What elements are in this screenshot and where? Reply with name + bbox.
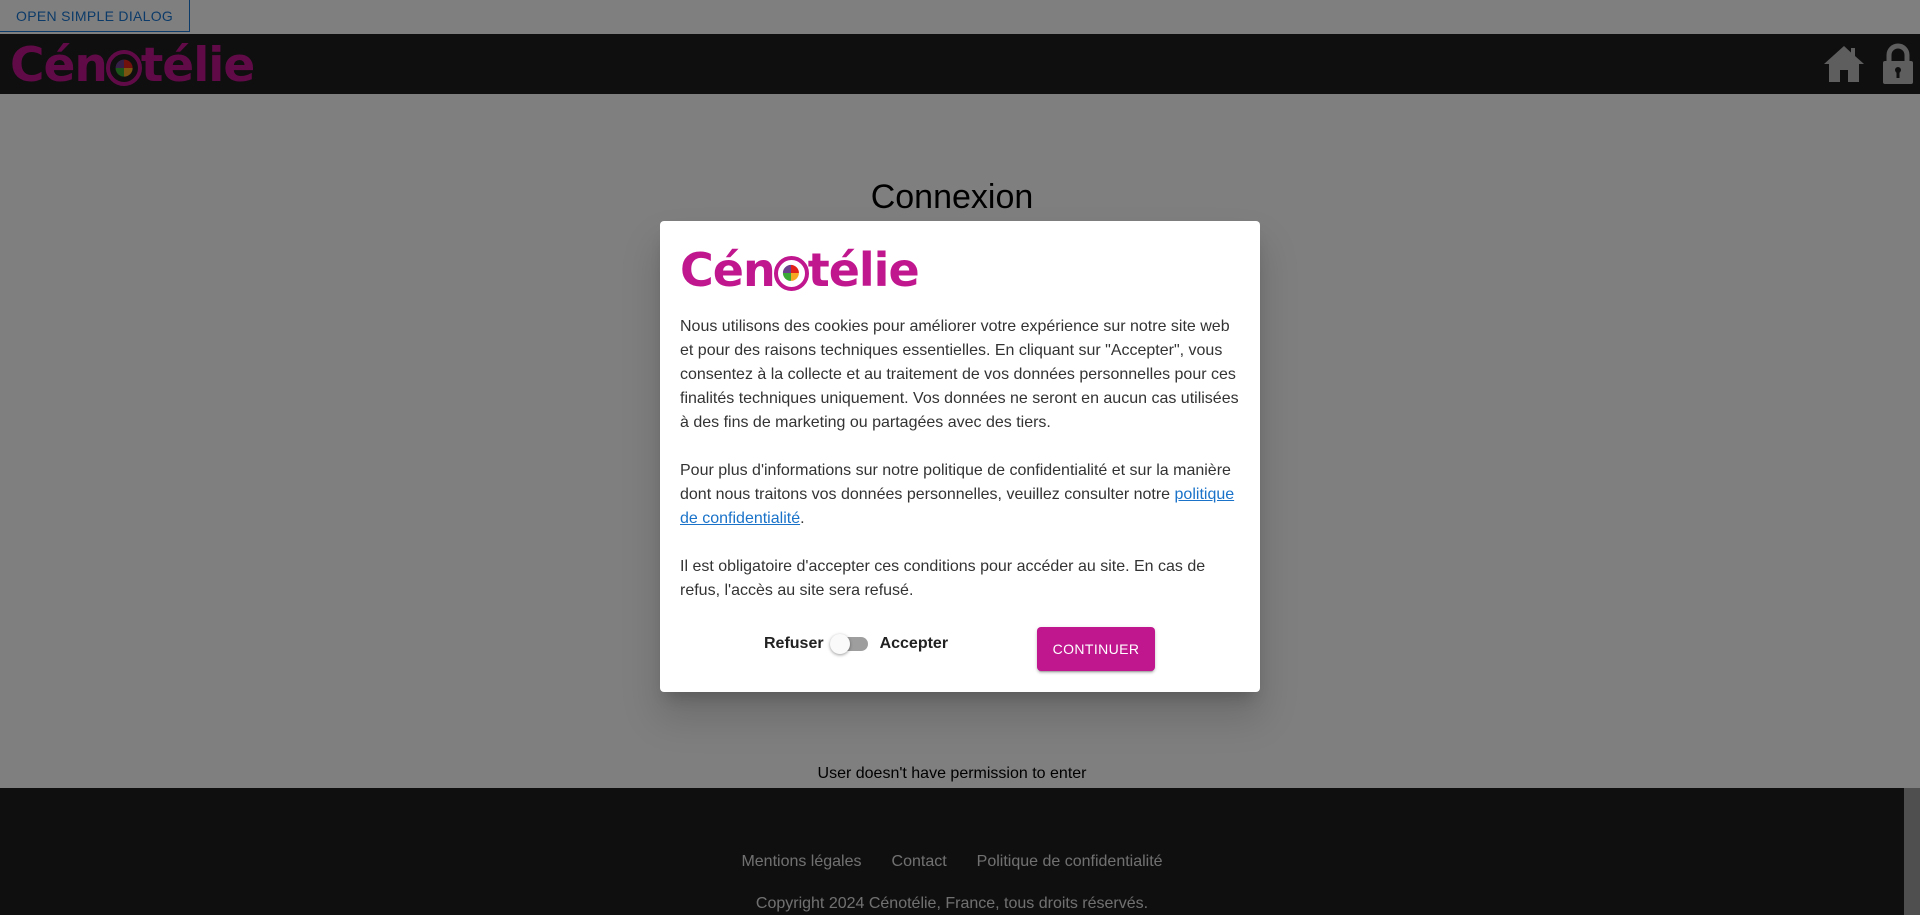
continue-button[interactable]: CONTINUER [1037, 627, 1155, 671]
accept-label: Accepter [879, 635, 949, 652]
privacy-text-before: Pour plus d'informations sur notre polit… [680, 462, 1231, 503]
consent-text: Nous utilisons des cookies pour améliore… [680, 315, 1240, 627]
gear-icon [773, 255, 809, 291]
toggle-thumb [829, 634, 850, 654]
dialog-logo-text-end: télie [807, 243, 920, 297]
consent-paragraph-cookies: Nous utilisons des cookies pour améliore… [680, 318, 1239, 431]
consent-toggle[interactable] [829, 634, 870, 654]
cookie-consent-dialog: Cén télie Nous utilisons des cookies pour… [660, 221, 1260, 692]
consent-paragraph-privacy: Pour plus d'informations sur notre polit… [680, 459, 1240, 531]
dialog-logo-text-start: Cén [680, 243, 776, 297]
dialog-brand-logo: Cén télie [680, 243, 920, 297]
consent-switch-row: Refuser Accepter [764, 634, 948, 654]
privacy-text-after: . [800, 510, 805, 527]
consent-paragraph-mandatory: Il est obligatoire d'accepter ces condit… [680, 558, 1206, 599]
refuse-label: Refuser [764, 635, 824, 652]
